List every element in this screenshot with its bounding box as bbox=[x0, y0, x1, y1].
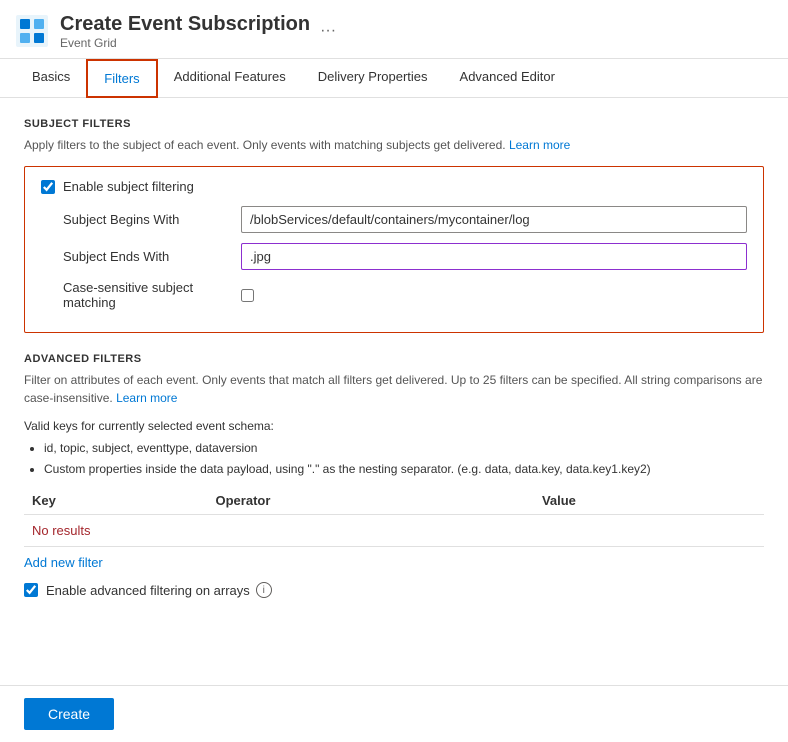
info-icon[interactable]: i bbox=[256, 582, 272, 598]
tab-advanced-editor[interactable]: Advanced Editor bbox=[444, 59, 571, 97]
enable-adv-filtering-label: Enable advanced filtering on arrays bbox=[46, 583, 250, 598]
keys-list-item-1: id, topic, subject, eventtype, dataversi… bbox=[44, 439, 764, 458]
filters-table: Key Operator Value No results bbox=[24, 487, 764, 547]
tab-filters[interactable]: Filters bbox=[86, 59, 157, 98]
table-row-no-results: No results bbox=[24, 515, 764, 547]
add-filter-link[interactable]: Add new filter bbox=[24, 555, 103, 570]
header-text: Create Event Subscription Event Grid bbox=[60, 12, 310, 50]
no-results-text: No results bbox=[24, 515, 764, 547]
main-content: SUBJECT FILTERS Apply filters to the sub… bbox=[0, 98, 788, 618]
table-header-operator: Operator bbox=[208, 487, 534, 515]
page-subtitle: Event Grid bbox=[60, 36, 310, 50]
enable-subject-filtering-checkbox[interactable] bbox=[41, 180, 55, 194]
subject-filters-section-header: SUBJECT FILTERS bbox=[24, 118, 764, 130]
page-header: Create Event Subscription Event Grid ··· bbox=[0, 0, 788, 59]
case-sensitive-checkbox[interactable] bbox=[241, 289, 254, 302]
subject-filters-desc-text: Apply filters to the subject of each eve… bbox=[24, 138, 506, 152]
keys-list: id, topic, subject, eventtype, dataversi… bbox=[44, 439, 764, 479]
subject-filters-learn-more[interactable]: Learn more bbox=[509, 138, 570, 152]
advanced-filters-desc: Filter on attributes of each event. Only… bbox=[24, 371, 764, 407]
page-title: Create Event Subscription bbox=[60, 12, 310, 36]
subject-ends-with-row: Subject Ends With bbox=[41, 243, 747, 270]
keys-list-item-2: Custom properties inside the data payloa… bbox=[44, 460, 764, 479]
enable-subject-filtering-label: Enable subject filtering bbox=[63, 179, 194, 194]
advanced-filters-section: ADVANCED FILTERS Filter on attributes of… bbox=[24, 353, 764, 598]
advanced-filters-learn-more[interactable]: Learn more bbox=[116, 391, 177, 405]
subject-begins-input[interactable] bbox=[241, 206, 747, 233]
subject-filters-desc: Apply filters to the subject of each eve… bbox=[24, 136, 764, 154]
bottom-bar: Create bbox=[0, 685, 788, 742]
tab-bar: Basics Filters Additional Features Deliv… bbox=[0, 59, 788, 98]
tab-delivery-properties[interactable]: Delivery Properties bbox=[302, 59, 444, 97]
table-header-value: Value bbox=[534, 487, 764, 515]
subject-begins-label: Subject Begins With bbox=[41, 212, 241, 227]
enable-adv-filtering-checkbox[interactable] bbox=[24, 583, 38, 597]
subject-filter-box: Enable subject filtering Subject Begins … bbox=[24, 166, 764, 333]
tab-basics[interactable]: Basics bbox=[16, 59, 86, 97]
enable-subject-filtering-row: Enable subject filtering bbox=[41, 179, 747, 194]
subject-ends-label: Subject Ends With bbox=[41, 249, 241, 264]
create-button[interactable]: Create bbox=[24, 698, 114, 730]
case-sensitive-label: Case-sensitive subject matching bbox=[41, 280, 241, 310]
advanced-filters-section-header: ADVANCED FILTERS bbox=[24, 353, 764, 365]
subject-ends-input[interactable] bbox=[241, 243, 747, 270]
enable-adv-filtering-row: Enable advanced filtering on arrays i bbox=[24, 582, 764, 598]
keys-info: Valid keys for currently selected event … bbox=[24, 419, 764, 433]
subject-begins-with-row: Subject Begins With bbox=[41, 206, 747, 233]
event-grid-icon bbox=[16, 15, 48, 47]
case-sensitive-row: Case-sensitive subject matching bbox=[41, 280, 747, 310]
more-options-icon[interactable]: ··· bbox=[320, 22, 336, 40]
tab-additional-features[interactable]: Additional Features bbox=[158, 59, 302, 97]
table-header-key: Key bbox=[24, 487, 208, 515]
